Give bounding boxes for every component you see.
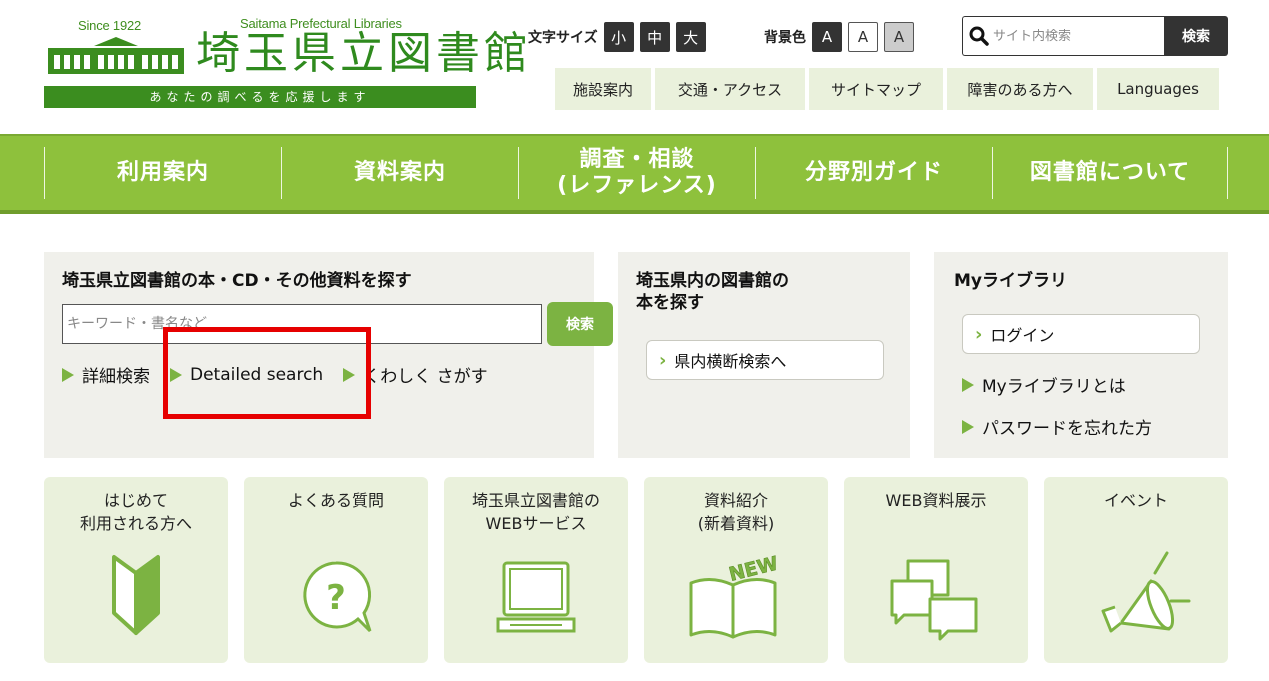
tile-title: イベント [1103,491,1168,510]
my-library-about-link[interactable]: Myライブラリとは [962,372,1126,397]
bg-color-white-button[interactable]: A [848,22,878,52]
font-size-small-button[interactable]: 小 [603,22,634,52]
my-library-panel: Myライブラリ › ログイン Myライブラリとは パスワードを忘れた方 [934,252,1228,458]
site-logo[interactable]: Since 1922 Saitama Prefectural Libraries… [44,14,528,110]
beginner-mark-icon [112,555,160,635]
tile-title: よくある質問 [287,491,384,510]
laptop-icon [496,561,576,633]
cross-search-link[interactable]: › 県内横断検索へ [646,340,884,380]
util-nav-sitemap[interactable]: サイトマップ [809,68,943,110]
nav-divider [518,147,519,199]
bg-color-gray-button[interactable]: A [884,22,914,52]
tile-title: 資料紹介 (新着資料) [697,491,775,533]
nav-divider [44,147,45,199]
triangle-right-icon [962,377,974,392]
advanced-search-link[interactable]: 詳細検索 [62,362,150,387]
main-nav: 利用案内 資料案内 調査・相談 (レファレンス) 分野別ガイド 図書館について [0,134,1269,214]
documents-icon [890,559,978,641]
login-link[interactable]: › ログイン [962,314,1200,354]
util-nav-accessibility[interactable]: 障害のある方へ [947,68,1093,110]
font-size-medium-button[interactable]: 中 [639,22,670,52]
nav-divider [1227,147,1228,199]
site-search-input[interactable] [993,28,1143,44]
highlight-box [163,327,371,419]
triangle-right-icon [62,367,74,382]
site-search: 検索 [962,16,1228,56]
search-icon [969,26,989,46]
my-library-about-label: Myライブラリとは [982,377,1126,397]
easy-search-label: くわしく さがす [363,367,488,387]
new-book-icon: NEW [689,552,781,639]
tile-events[interactable]: イベント [1044,477,1228,663]
tile-title: 埼玉県立図書館の WEBサービス [471,491,600,533]
chevron-right-icon: › [975,323,983,345]
font-size-label: 文字サイズ [528,30,598,46]
triangle-right-icon [962,419,974,434]
font-size-large-button[interactable]: 大 [675,22,706,52]
prefecture-search-panel: 埼玉県内の図書館の 本を探す › 県内横断検索へ [618,252,910,458]
site-search-button[interactable]: 検索 [1164,16,1228,56]
bg-color-black-button[interactable]: A [812,22,842,52]
logo-tagline: あなたの調べるを応援します [44,86,476,108]
util-nav-facility[interactable]: 施設案内 [555,68,651,110]
background-color-controls: 背景色 A A A [764,21,920,53]
prefecture-search-title: 埼玉県内の図書館の 本を探す [636,271,789,313]
nav-usage-guide[interactable]: 利用案内 [45,136,281,210]
utility-nav: 施設案内 交通・アクセス サイトマップ 障害のある方へ Languages [555,68,1219,110]
cross-search-label: 県内横断検索へ [674,352,787,371]
nav-about-library[interactable]: 図書館について [993,136,1227,210]
nav-divider [992,147,993,199]
catalog-search-title: 埼玉県立図書館の本・CD・その他資料を探す [62,271,412,291]
question-bubble-icon: ? [303,561,372,633]
background-color-label: 背景色 [764,30,806,46]
my-library-title: Myライブラリ [954,271,1067,291]
tile-first-time-users[interactable]: はじめて 利用される方へ [44,477,228,663]
svg-text:?: ? [326,578,346,618]
tile-new-materials[interactable]: 資料紹介 (新着資料) NEW [644,477,828,663]
forgot-password-link[interactable]: パスワードを忘れた方 [962,414,1152,439]
nav-materials-guide[interactable]: 資料案内 [282,136,518,210]
catalog-search-button[interactable]: 検索 [547,302,613,346]
advanced-search-label: 詳細検索 [82,367,150,387]
megaphone-icon [1101,551,1191,633]
font-size-controls: 文字サイズ 小 中 大 [528,21,712,53]
site-search-field[interactable] [962,16,1164,56]
tile-title: はじめて 利用される方へ [79,491,192,533]
util-nav-access[interactable]: 交通・アクセス [655,68,805,110]
util-nav-languages[interactable]: Languages [1097,68,1219,110]
tile-web-exhibition[interactable]: WEB資料展示 [844,477,1028,663]
nav-divider [755,147,756,199]
nav-reference[interactable]: 調査・相談 (レファレンス) [519,136,755,210]
nav-divider [281,147,282,199]
tile-title: WEB資料展示 [885,491,987,510]
tile-web-services[interactable]: 埼玉県立図書館の WEBサービス [444,477,628,663]
chevron-right-icon: › [659,349,667,371]
logo-japanese-name: 埼玉県立図書館 [196,28,532,79]
tile-faq[interactable]: よくある質問 ? [244,477,428,663]
library-building-icon [48,37,184,74]
logo-since-text: Since 1922 [78,18,142,33]
login-label: ログイン [990,326,1055,345]
forgot-password-label: パスワードを忘れた方 [982,419,1152,439]
nav-subject-guide[interactable]: 分野別ガイド [756,136,992,210]
